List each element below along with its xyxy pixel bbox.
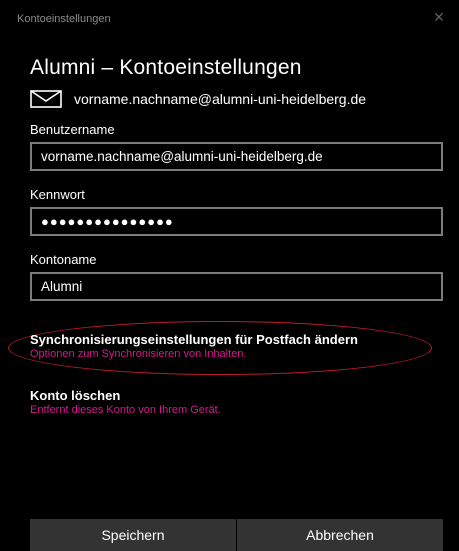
sync-settings-link[interactable]: Synchronisierungseinstellungen für Postf… bbox=[30, 332, 358, 347]
cancel-button[interactable]: Abbrechen bbox=[237, 519, 443, 551]
title-bar: Kontoeinstellungen ✕ bbox=[0, 0, 459, 36]
mail-icon bbox=[30, 90, 62, 108]
password-label: Kennwort bbox=[30, 187, 85, 202]
page-title: Alumni – Kontoeinstellungen bbox=[30, 56, 302, 79]
delete-account-link[interactable]: Konto löschen bbox=[30, 388, 120, 403]
delete-account-description: Entfernt dieses Konto von Ihrem Gerät. bbox=[30, 404, 221, 416]
username-label: Benutzername bbox=[30, 122, 115, 137]
window-title: Kontoeinstellungen bbox=[17, 13, 111, 25]
account-name-field[interactable]: Alumni bbox=[30, 272, 443, 301]
account-email-address: vorname.nachname@alumni-uni-heidelberg.d… bbox=[74, 91, 367, 107]
sync-settings-description: Optionen zum Synchronisieren von Inhalte… bbox=[30, 348, 247, 360]
username-field[interactable]: vorname.nachname@alumni-uni-heidelberg.d… bbox=[30, 142, 443, 171]
account-email-row: vorname.nachname@alumni-uni-heidelberg.d… bbox=[30, 88, 366, 110]
close-icon[interactable]: ✕ bbox=[431, 9, 447, 25]
password-field[interactable]: ●●●●●●●●●●●●●●● bbox=[30, 207, 443, 236]
account-name-label: Kontoname bbox=[30, 252, 97, 267]
account-settings-window: Kontoeinstellungen ✕ Alumni – Kontoeinst… bbox=[0, 0, 459, 551]
save-button[interactable]: Speichern bbox=[30, 519, 236, 551]
